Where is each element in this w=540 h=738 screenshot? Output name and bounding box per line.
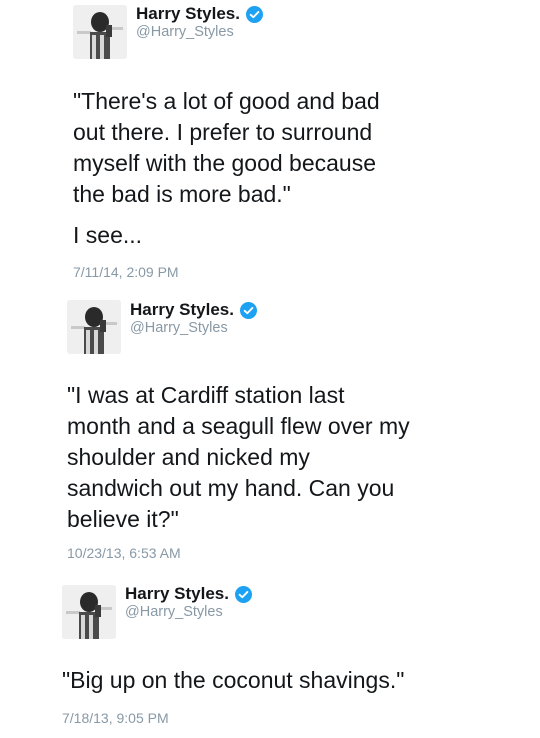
display-name[interactable]: Harry Styles.: [125, 584, 229, 604]
tweet-text-line: "There's a lot of good and bad: [73, 88, 380, 114]
tweet-text-line: sandwich out my hand. Can you: [67, 475, 395, 501]
tweet-text-line: I see...: [73, 222, 143, 248]
tweet-text-line: myself with the good because: [73, 150, 377, 176]
tweet-text: "There's a lot of good and bad out there…: [73, 86, 380, 251]
avatar-photo: [62, 585, 116, 639]
tweet-2[interactable]: Harry Styles. @Harry_Styles "I was at Ca…: [0, 290, 540, 575]
handle[interactable]: @Harry_Styles: [130, 320, 228, 336]
tweet-text-line: the bad is more bad.": [73, 181, 291, 207]
tweet-text-line: shoulder and nicked my: [67, 444, 310, 470]
timestamp[interactable]: 7/11/14, 2:09 PM: [73, 264, 179, 280]
verified-badge-icon: [234, 585, 252, 603]
display-name[interactable]: Harry Styles.: [130, 300, 234, 320]
tweet-1[interactable]: Harry Styles. @Harry_Styles "There's a l…: [0, 0, 540, 285]
timestamp[interactable]: 7/18/13, 9:05 PM: [62, 710, 169, 726]
verified-badge-icon: [245, 5, 263, 23]
tweet-text: "Big up on the coconut shavings.": [62, 665, 404, 696]
timestamp[interactable]: 10/23/13, 6:53 AM: [67, 545, 181, 561]
tweet-text: "I was at Cardiff station last month and…: [67, 380, 410, 535]
handle[interactable]: @Harry_Styles: [136, 24, 234, 40]
verified-badge-icon: [239, 301, 257, 319]
tweet-text-line: "Big up on the coconut shavings.": [62, 667, 405, 693]
tweet-text-line: believe it?": [67, 506, 179, 532]
handle[interactable]: @Harry_Styles: [125, 604, 223, 620]
avatar-photo: [67, 300, 121, 354]
avatar[interactable]: [62, 585, 116, 639]
avatar[interactable]: [73, 5, 127, 59]
tweet-3[interactable]: Harry Styles. @Harry_Styles "Big up on t…: [0, 575, 540, 738]
tweet-text-line: out there. I prefer to surround: [73, 119, 373, 145]
display-name[interactable]: Harry Styles.: [136, 4, 240, 24]
tweet-text-line: "I was at Cardiff station last: [67, 382, 345, 408]
avatar-photo: [73, 5, 127, 59]
tweet-text-line: month and a seagull flew over my: [67, 413, 410, 439]
avatar[interactable]: [67, 300, 121, 354]
